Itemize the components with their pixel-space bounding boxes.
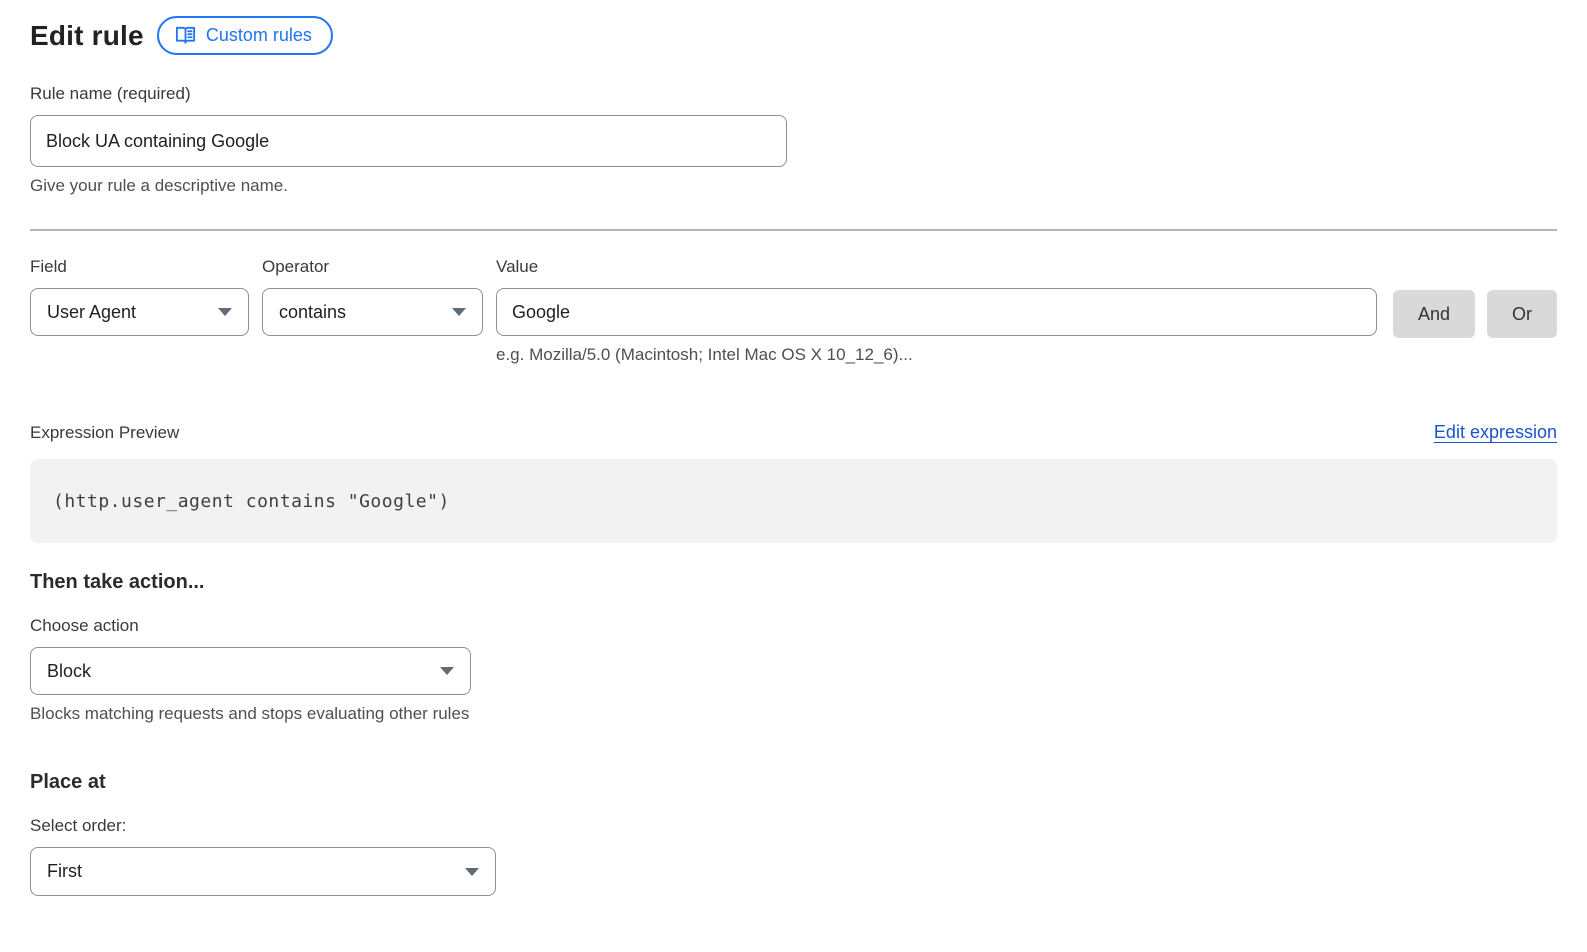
custom-rules-badge-label: Custom rules [206, 23, 312, 47]
operator-label: Operator [262, 257, 483, 277]
open-book-icon [174, 24, 197, 47]
section-divider [30, 229, 1557, 231]
select-order-label: Select order: [30, 816, 1557, 836]
expression-code-box: (http.user_agent contains "Google") [30, 459, 1557, 543]
chevron-down-icon [218, 308, 232, 316]
action-heading: Then take action... [30, 571, 1557, 594]
value-label: Value [496, 257, 1377, 277]
action-help: Blocks matching requests and stops evalu… [30, 704, 1557, 724]
value-help: e.g. Mozilla/5.0 (Macintosh; Intel Mac O… [496, 345, 1377, 365]
order-select[interactable]: First [30, 847, 496, 896]
expression-header: Expression Preview Edit expression [30, 422, 1557, 443]
edit-rule-page: Edit rule Custom rules Rule name (requir… [0, 0, 1587, 896]
edit-expression-link[interactable]: Edit expression [1434, 422, 1557, 443]
or-button[interactable]: Or [1487, 290, 1557, 338]
choose-action-label: Choose action [30, 616, 1557, 636]
page-header: Edit rule Custom rules [30, 16, 1557, 55]
logic-buttons: And Or [1393, 257, 1557, 338]
action-section: Then take action... Choose action Block … [30, 571, 1557, 724]
rule-name-section: Rule name (required) Give your rule a de… [30, 84, 787, 196]
field-label: Field [30, 257, 249, 277]
expression-code: (http.user_agent contains "Google") [53, 491, 450, 512]
operator-group: Operator contains [262, 257, 483, 336]
field-select[interactable]: User Agent [30, 288, 249, 336]
rule-name-help: Give your rule a descriptive name. [30, 176, 787, 196]
value-input[interactable] [496, 288, 1377, 336]
operator-select[interactable]: contains [262, 288, 483, 336]
page-title: Edit rule [30, 20, 144, 52]
and-button[interactable]: And [1393, 290, 1475, 338]
operator-select-value: contains [279, 302, 346, 323]
expression-preview-label: Expression Preview [30, 423, 179, 443]
value-group: Value e.g. Mozilla/5.0 (Macintosh; Intel… [496, 257, 1377, 365]
field-select-value: User Agent [47, 302, 136, 323]
chevron-down-icon [465, 868, 479, 876]
custom-rules-badge[interactable]: Custom rules [157, 16, 333, 55]
chevron-down-icon [452, 308, 466, 316]
place-at-heading: Place at [30, 771, 1557, 794]
action-select-value: Block [47, 661, 91, 682]
placement-section: Place at Select order: First [30, 771, 1557, 896]
rule-name-label: Rule name (required) [30, 84, 787, 104]
order-select-value: First [47, 861, 82, 882]
rule-name-input[interactable] [30, 115, 787, 167]
chevron-down-icon [440, 667, 454, 675]
action-select[interactable]: Block [30, 647, 471, 695]
field-group: Field User Agent [30, 257, 249, 336]
expression-section: Expression Preview Edit expression (http… [30, 422, 1557, 543]
condition-row: Field User Agent Operator contains Value… [30, 257, 1557, 365]
